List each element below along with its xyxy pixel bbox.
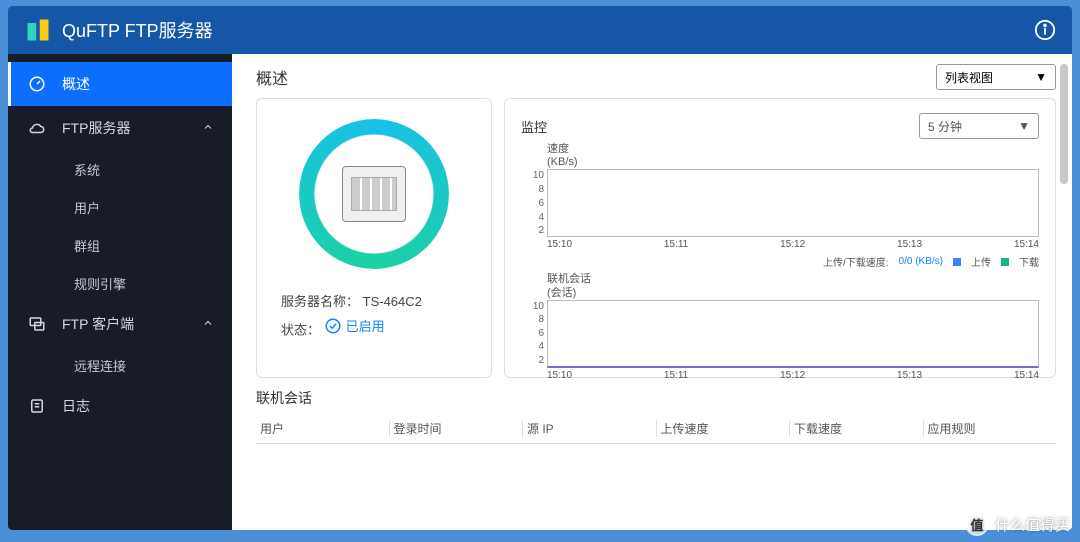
x-axis: 15:10 15:11 15:12 15:13 15:14 (547, 239, 1039, 250)
client-icon (26, 315, 48, 333)
sidebar-item-label: FTP 客户端 (62, 314, 134, 334)
sidebar-item-label: FTP服务器 (62, 118, 130, 138)
y-axis: 10 8 6 4 2 (524, 170, 544, 236)
upload-color-icon (953, 258, 961, 266)
app-logo-icon (24, 16, 52, 44)
sidebar-sub-users[interactable]: 用户 (8, 188, 232, 226)
server-name-row: 服务器名称： TS-464C2 (281, 291, 422, 310)
triangle-down-icon: ▼ (1035, 70, 1047, 84)
sessions-table-header: 用户 登录时间 源 IP 上传速度 下载速度 应用规则 (256, 414, 1056, 444)
dropdown-label: 5 分钟 (928, 118, 962, 135)
triangle-down-icon: ▼ (1018, 119, 1030, 133)
server-name-value: TS-464C2 (363, 294, 422, 309)
sidebar-item-log[interactable]: 日志 (8, 384, 232, 428)
log-icon (26, 397, 48, 415)
status-label: 状态： (281, 323, 320, 338)
dropdown-label: 列表视图 (945, 69, 993, 86)
speed-chart-title: 速度 (KB/s) (547, 143, 1039, 169)
time-range-dropdown[interactable]: 5 分钟 ▼ (919, 113, 1039, 139)
check-circle-icon (324, 317, 342, 335)
cloud-icon (26, 119, 48, 137)
speed-chart: 10 8 6 4 2 (547, 169, 1039, 237)
download-color-icon (1001, 258, 1009, 266)
monitor-label: 监控 (521, 117, 547, 136)
sidebar-sub-rules[interactable]: 规则引擎 (8, 264, 232, 302)
sidebar: 概述 FTP服务器 系统 用户 群组 规则引擎 FTP 客户端 远程连接 日志 (8, 54, 232, 530)
cards-row: 服务器名称： TS-464C2 状态： 已启用 监控 (256, 98, 1056, 378)
page-title: 概述 (256, 65, 936, 89)
sidebar-item-ftp-client[interactable]: FTP 客户端 (8, 302, 232, 346)
monitor-card: 监控 5 分钟 ▼ 速度 (KB/s) 10 8 (504, 98, 1056, 378)
col-download-speed: 下载速度 (789, 420, 923, 437)
sidebar-item-label: 概述 (62, 74, 90, 94)
sidebar-sub-system[interactable]: 系统 (8, 150, 232, 188)
sessions-title: 联机会话 (256, 388, 1056, 408)
watermark-icon: 值 (965, 512, 989, 536)
main-panel: 概述 列表视图 ▼ 服务器名称： TS-464C2 状态： (232, 54, 1072, 530)
sidebar-sub-groups[interactable]: 群组 (8, 226, 232, 264)
scrollbar-thumb[interactable] (1060, 64, 1068, 184)
view-dropdown[interactable]: 列表视图 ▼ (936, 64, 1056, 90)
status-value: 已启用 (324, 316, 385, 335)
y-axis: 10 8 6 4 2 (524, 301, 544, 366)
body: 概述 FTP服务器 系统 用户 群组 规则引擎 FTP 客户端 远程连接 日志 (8, 54, 1072, 530)
sidebar-sub-remote[interactable]: 远程连接 (8, 346, 232, 384)
scrollbar[interactable] (1060, 64, 1070, 520)
col-upload-speed: 上传速度 (656, 420, 790, 437)
col-source-ip: 源 IP (522, 420, 656, 437)
chevron-up-icon (202, 316, 214, 332)
chevron-up-icon (202, 120, 214, 136)
sidebar-item-label: 日志 (62, 396, 90, 416)
info-icon[interactable] (1034, 19, 1056, 41)
gauge-icon (26, 75, 48, 93)
server-card: 服务器名称： TS-464C2 状态： 已启用 (256, 98, 492, 378)
watermark: 值 什么值得买 (965, 512, 1070, 536)
status-ring (299, 119, 449, 269)
monitor-header: 监控 5 分钟 ▼ (521, 113, 1039, 139)
app-title: QuFTP FTP服务器 (62, 17, 1034, 43)
status-row: 状态： 已启用 (281, 316, 385, 339)
sidebar-item-overview[interactable]: 概述 (8, 62, 232, 106)
sidebar-item-ftp-server[interactable]: FTP服务器 (8, 106, 232, 150)
main-header: 概述 列表视图 ▼ (256, 64, 1056, 90)
x-axis: 15:10 15:11 15:12 15:13 15:14 (547, 370, 1039, 381)
server-name-label: 服务器名称： (281, 294, 359, 309)
col-user: 用户 (256, 420, 389, 437)
session-chart-title: 联机会话 (会话) (547, 273, 1039, 299)
session-chart: 10 8 6 4 2 (547, 300, 1039, 368)
nas-icon (342, 166, 406, 222)
titlebar: QuFTP FTP服务器 (8, 6, 1072, 54)
col-rules: 应用规则 (923, 420, 1057, 437)
app-window: QuFTP FTP服务器 概述 FTP服务器 系统 用户 群组 规则引擎 FTP… (8, 6, 1072, 530)
col-login-time: 登录时间 (389, 420, 523, 437)
speed-legend: 上传/下载速度: 0/0 (KB/s) 上传 下载 (547, 254, 1039, 269)
